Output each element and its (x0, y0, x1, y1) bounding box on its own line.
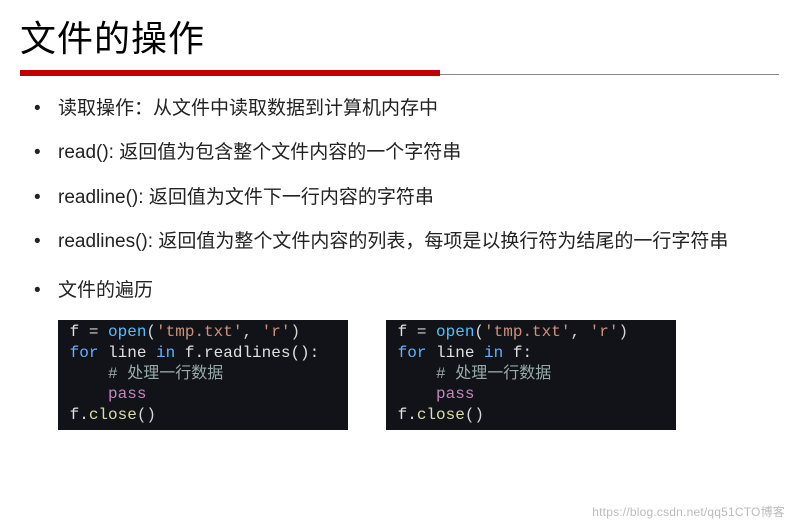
bullet-item-traverse: 文件的遍历 (34, 276, 779, 306)
bullet-list: 读取操作：从文件中读取数据到计算机内存中 read(): 返回值为包含整个文件内… (20, 94, 779, 258)
slide: 文件的操作 读取操作：从文件中读取数据到计算机内存中 read(): 返回值为包… (0, 0, 799, 430)
slide-title: 文件的操作 (20, 10, 779, 62)
bullet-item: readlines(): 返回值为整个文件内容的列表，每项是以换行符为结尾的一行… (34, 227, 779, 257)
bullet-list-2: 文件的遍历 (20, 276, 779, 306)
title-underline (20, 70, 779, 76)
watermark: https://blog.csdn.net/qq51CTO博客 (592, 503, 785, 520)
code-block-right: f = open('tmp.txt', 'r') for line in f: … (386, 320, 676, 430)
bullet-item: 读取操作：从文件中读取数据到计算机内存中 (34, 94, 779, 124)
code-block-left: f = open('tmp.txt', 'r') for line in f.r… (58, 320, 348, 430)
bullet-item: readline(): 返回值为文件下一行内容的字符串 (34, 183, 779, 213)
bullet-item: read(): 返回值为包含整个文件内容的一个字符串 (34, 138, 779, 168)
underline-gray (440, 74, 779, 75)
underline-red (20, 70, 440, 76)
code-row: f = open('tmp.txt', 'r') for line in f.r… (20, 320, 779, 430)
